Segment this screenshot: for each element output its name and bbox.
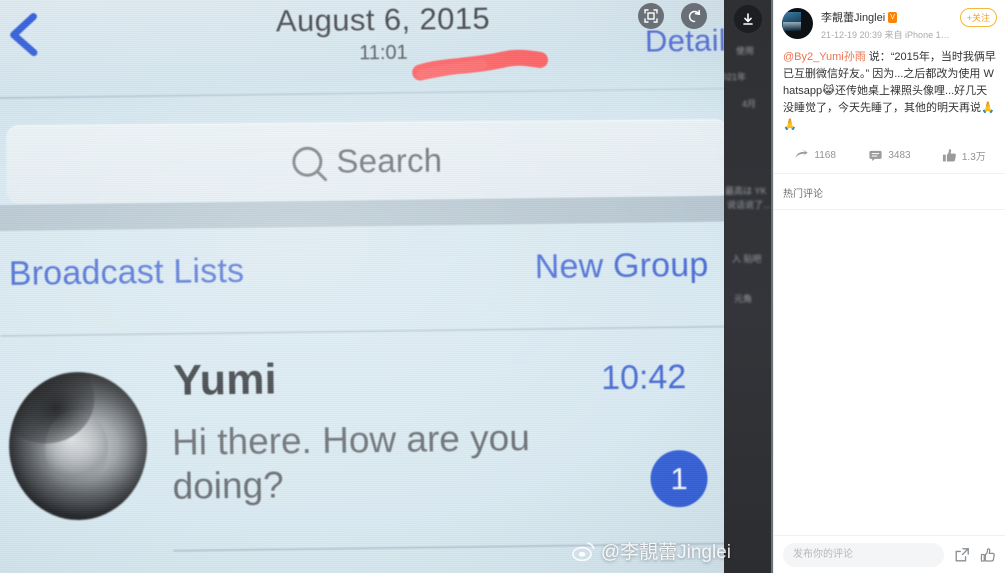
hot-comments-title: 热门评论 — [783, 189, 823, 201]
post-text: @By2_Yumi孙雨 说：“2015年，当时我俩早已互删微信好友。” 因为..… — [774, 41, 1005, 134]
photo-screen-contents: August 6, 2015 11:01 Details Search Broa… — [0, 0, 773, 573]
ghost-text: 元角 — [734, 294, 753, 304]
contact-name: Yumi — [172, 355, 278, 405]
weibo-post-panel: 李靚蕾Jinglei V 21-12-19 20:39 来自 iPhone 12… — [773, 0, 1005, 573]
user-avatar[interactable] — [782, 8, 813, 39]
message-time: 10:42 — [600, 358, 687, 398]
ghost-text: 说话说了... — [727, 200, 771, 210]
post-timestamp: 21-12-19 20:39 来自 iPhone 12 Pro ... — [821, 30, 952, 40]
post-action-bar: 1168 3483 1.3万 — [778, 148, 1001, 173]
app-root: August 6, 2015 11:01 Details Search Broa… — [0, 0, 1005, 573]
nav-divider — [0, 86, 771, 100]
rotate-clockwise-icon[interactable] — [681, 3, 707, 29]
thumbs-up-icon — [942, 149, 956, 162]
emoji-icon: 😹 — [822, 85, 836, 98]
vip-badge-icon: V — [888, 11, 897, 23]
weibo-watermark: @李靚蕾Jinglei — [572, 537, 731, 564]
ghost-text: 021年 — [724, 72, 747, 82]
fullscreen-crop-icon[interactable] — [638, 3, 664, 29]
unread-badge: 1 — [650, 449, 708, 508]
repost-action[interactable]: 1168 — [778, 148, 852, 163]
watermark-text: @李靚蕾Jinglei — [600, 542, 731, 563]
comment-action[interactable]: 3483 — [852, 148, 926, 163]
new-group-button[interactable]: New Group — [535, 246, 709, 287]
comment-composer — [774, 535, 1005, 573]
thumbs-up-outline-icon[interactable] — [980, 547, 996, 563]
chat-list-item[interactable]: Yumi 10:42 Hi there. How are you doing? … — [1, 335, 773, 560]
contact-photo-avatar — [8, 371, 149, 521]
ghost-text: 入 贴吧 — [732, 254, 762, 264]
share-box-icon[interactable] — [954, 547, 970, 563]
repost-count: 1168 — [814, 150, 836, 162]
ghost-text: 使用 — [736, 46, 755, 56]
broadcast-row: Broadcast Lists New Group — [0, 235, 773, 333]
mention-link[interactable]: @By2_Yumi孙雨 — [783, 51, 866, 63]
author-name[interactable]: 李靚蕾Jinglei — [821, 9, 885, 25]
follow-button[interactable]: +关注 — [959, 8, 997, 27]
comments-list — [774, 210, 1005, 573]
ghost-text: 4月 — [742, 99, 757, 109]
search-icon — [292, 146, 323, 177]
search-placeholder: Search — [336, 141, 443, 180]
comment-count: 3483 — [888, 150, 911, 162]
ghost-text: 最高は YK — [725, 186, 767, 196]
comment-icon — [869, 151, 882, 162]
author-meta: 李靚蕾Jinglei V 21-12-19 20:39 来自 iPhone 12… — [821, 8, 952, 41]
background-page-strip: 使用 021年 4月 最高は YK 说话说了... 入 贴吧 元角 — [724, 0, 773, 573]
weibo-logo-icon — [572, 542, 595, 561]
message-preview: Hi there. How are you doing? — [171, 417, 531, 507]
broadcast-lists-button[interactable]: Broadcast Lists — [9, 252, 245, 294]
search-field[interactable]: Search — [6, 119, 729, 204]
post-header: 李靚蕾Jinglei V 21-12-19 20:39 来自 iPhone 12… — [774, 0, 1005, 41]
like-count: 1.3万 — [961, 152, 986, 164]
comment-input[interactable] — [783, 542, 944, 567]
share-icon — [795, 149, 809, 159]
photo-viewer[interactable]: August 6, 2015 11:01 Details Search Broa… — [0, 0, 773, 573]
download-icon[interactable] — [734, 5, 762, 33]
like-action[interactable]: 1.3万 — [927, 148, 1001, 163]
